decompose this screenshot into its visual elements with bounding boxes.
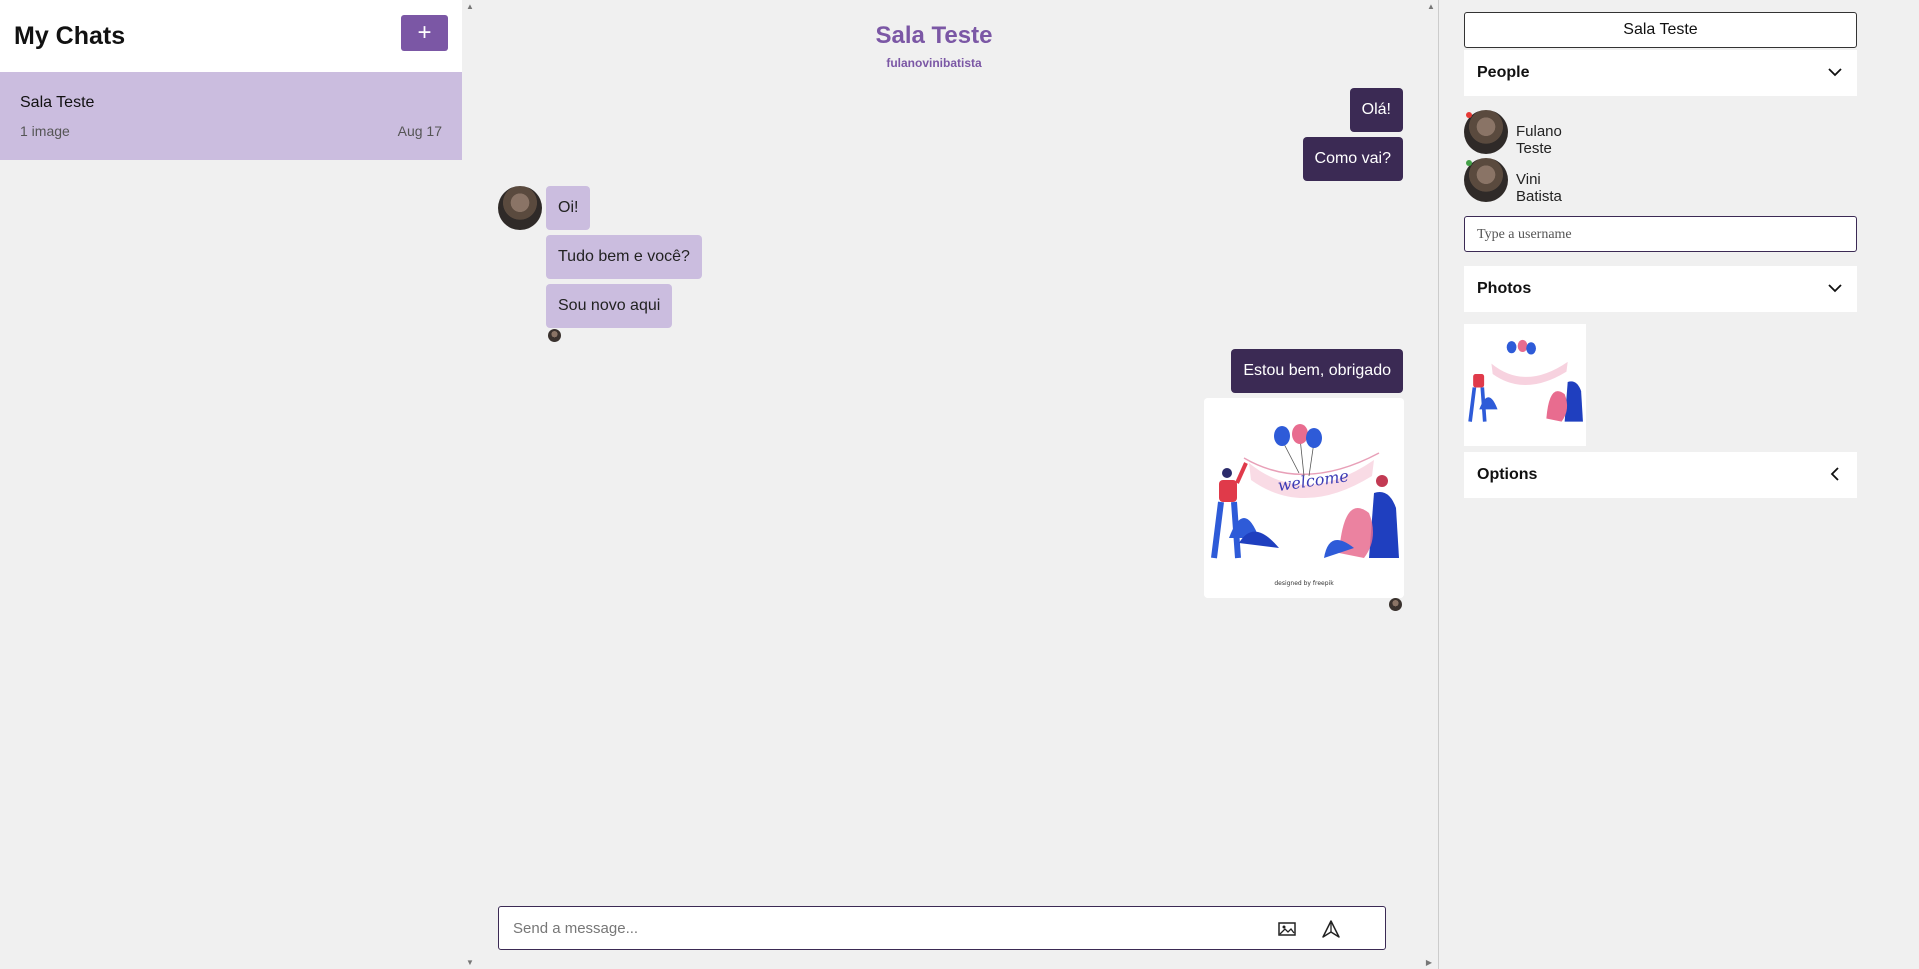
chevron-left-icon — [1830, 467, 1839, 481]
message-composer — [498, 906, 1386, 950]
chat-members: fulanovinibatista — [886, 56, 982, 70]
image-upload-icon[interactable] — [1276, 918, 1298, 940]
read-receipt-avatar — [548, 329, 561, 342]
message-bubble-theirs: Tudo bem e você? — [546, 235, 702, 279]
new-chat-button[interactable]: + — [401, 15, 448, 51]
welcome-image-message[interactable]: welcome designed by freepik — [1204, 398, 1404, 598]
chat-list-scrollbar[interactable]: ▲ ▼ — [462, 0, 478, 969]
image-credit: designed by freepik — [1274, 580, 1334, 587]
welcome-thumbnail-illustration — [1464, 324, 1586, 446]
status-dot-icon — [1466, 112, 1472, 118]
add-user-field — [1464, 216, 1857, 252]
read-receipt-avatar — [1389, 598, 1402, 611]
scroll-up-arrow-icon[interactable]: ▲ — [1423, 2, 1439, 11]
message-bubble-theirs: Oi! — [546, 186, 591, 230]
people-section-header[interactable]: People — [1464, 50, 1857, 96]
status-dot-icon — [1466, 160, 1472, 166]
message-bubble-mine: Estou bem, obrigado — [1231, 349, 1403, 393]
chat-title: Sala Teste — [875, 22, 993, 49]
chevron-down-icon — [1828, 284, 1842, 293]
chat-card[interactable]: Sala Teste 1 image Aug 17 — [0, 72, 462, 160]
scroll-down-arrow-icon[interactable]: ▼ — [462, 958, 478, 967]
message-input[interactable] — [513, 915, 1213, 941]
room-name-field[interactable]: Sala Teste — [1464, 12, 1857, 48]
options-section-label: Options — [1477, 466, 1538, 483]
chat-settings-panel: Sala Teste People Fulano Teste Vini Bati… — [1440, 0, 1919, 969]
photos-section-label: Photos — [1477, 280, 1532, 297]
photo-thumbnail[interactable] — [1464, 324, 1586, 446]
chat-list-panel: My Chats + Sala Teste 1 image Aug 17 ▲ ▼ — [0, 0, 478, 969]
message-bubble-mine: Como vai? — [1302, 137, 1403, 181]
message-bubble-mine: Olá! — [1349, 88, 1403, 132]
username-input[interactable] — [1477, 225, 1837, 245]
send-icon[interactable] — [1320, 918, 1342, 940]
chat-feed-scrollbar[interactable]: ▲ ▶ — [1423, 0, 1439, 969]
message-bubble-theirs: Sou novo aqui — [546, 284, 673, 328]
chat-list-title: My Chats — [14, 22, 126, 50]
chat-card-date: Aug 17 — [397, 123, 442, 139]
options-section-header[interactable]: Options — [1464, 452, 1857, 498]
chat-feed: Sala Teste fulanovinibatista Olá! Como v… — [479, 0, 1439, 969]
person-name: Vini Batista — [1516, 171, 1562, 205]
people-section-label: People — [1477, 64, 1530, 81]
chat-card-last-message: 1 image — [20, 123, 70, 139]
person-name: Fulano Teste — [1516, 123, 1562, 157]
sender-avatar — [498, 186, 542, 230]
chat-card-title: Sala Teste — [20, 94, 95, 111]
chat-list-header: My Chats + — [0, 0, 477, 72]
welcome-illustration: welcome designed by freepik — [1204, 398, 1404, 598]
scroll-right-arrow-icon[interactable]: ▶ — [1421, 958, 1437, 967]
scroll-up-arrow-icon[interactable]: ▲ — [462, 2, 478, 11]
chevron-down-icon — [1828, 68, 1842, 77]
photos-section-header[interactable]: Photos — [1464, 266, 1857, 312]
